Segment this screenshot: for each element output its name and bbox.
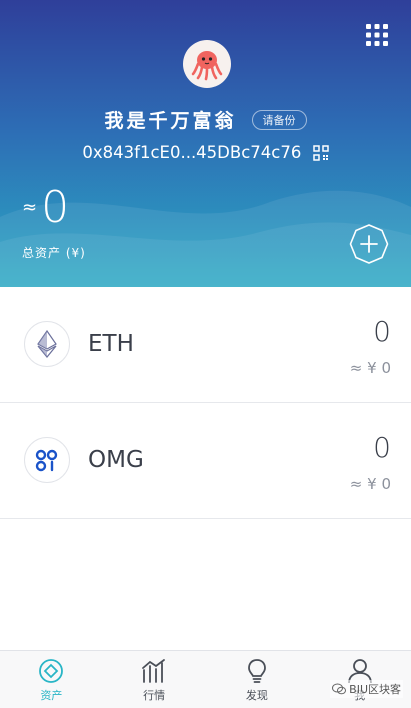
bottom-tab-bar: 资产 行情 发现 我 (0, 650, 411, 708)
tab-discover[interactable]: 发现 (206, 651, 309, 708)
watermark-text: BIU区块客 (349, 683, 401, 696)
assets-icon (39, 659, 64, 683)
token-amount: 0 (373, 431, 391, 464)
octopus-avatar-icon (191, 51, 223, 81)
token-row-omg[interactable]: OMG 0 ≈ ¥ 0 (0, 403, 411, 519)
total-assets: ≈ 0 (22, 182, 69, 233)
token-fiat-value: ≈ ¥ 0 (349, 475, 391, 493)
total-assets-label: 总资产 (¥) (22, 246, 86, 260)
omg-icon (35, 449, 58, 472)
wallet-address-row[interactable]: 0x843f1cE0...45DBc74c76 (0, 142, 411, 162)
backup-button[interactable]: 请备份 (251, 109, 307, 130)
wallet-address[interactable]: 0x843f1cE0...45DBc74c76 (82, 143, 301, 162)
token-symbol: OMG (88, 447, 144, 473)
watermark: BIU区块客 (330, 680, 403, 698)
approx-sign: ≈ (22, 197, 38, 218)
token-row-eth[interactable]: ETH 0 ≈ ¥ 0 (0, 287, 411, 403)
tab-market[interactable]: 行情 (103, 651, 206, 708)
avatar[interactable] (183, 40, 231, 88)
token-symbol: ETH (88, 331, 134, 357)
token-fiat-value: ≈ ¥ 0 (349, 359, 391, 377)
token-logo (24, 321, 70, 367)
tab-label: 行情 (143, 689, 166, 702)
add-token-button[interactable] (348, 223, 390, 265)
eth-icon (37, 330, 57, 358)
tab-label: 资产 (40, 689, 63, 702)
grid-menu-icon[interactable] (365, 23, 389, 47)
total-assets-value: 0 (41, 182, 70, 233)
token-amount: 0 (373, 315, 391, 348)
tab-assets[interactable]: 资产 (0, 651, 103, 708)
wallet-header: 我是千万富翁 请备份 0x843f1cE0...45DBc74c76 ≈ 0 总… (0, 0, 411, 287)
wallet-name: 我是千万富翁 (104, 110, 237, 132)
token-logo (24, 437, 70, 483)
discover-icon (247, 659, 266, 683)
wechat-icon (332, 683, 347, 695)
wallet-name-row: 我是千万富翁 请备份 (0, 106, 411, 133)
tab-label: 发现 (245, 689, 268, 702)
qr-code-icon[interactable] (312, 144, 329, 161)
market-icon (142, 659, 166, 683)
